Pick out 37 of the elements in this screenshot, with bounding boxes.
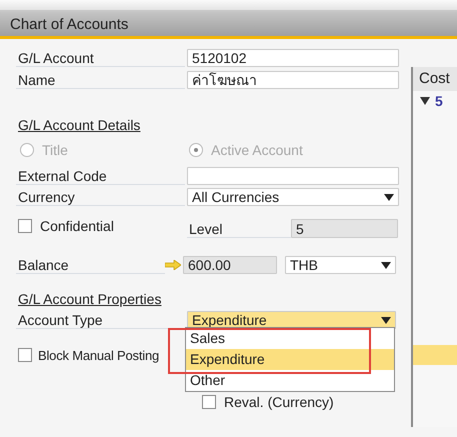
section-heading: G/L Account Details (17, 117, 140, 133)
collapse-icon[interactable] (420, 97, 430, 105)
input-field[interactable] (187, 167, 399, 185)
checkbox[interactable] (202, 395, 216, 409)
caret-icon (384, 194, 394, 200)
selected-row (413, 345, 457, 365)
arrow-icon[interactable] (165, 260, 181, 270)
input-field: 5 (291, 219, 398, 238)
input-field[interactable]: 5120102 (187, 49, 399, 67)
window-title: Chart of Accounts (10, 16, 128, 32)
checkbox[interactable] (18, 348, 32, 362)
dropdown-option[interactable]: Expenditure (186, 349, 394, 370)
checkbox-label: Block Manual Posting (38, 348, 160, 362)
field-label: Currency (16, 188, 185, 206)
radio-label: Title (42, 142, 68, 158)
dropdown-option[interactable]: Other (186, 370, 394, 391)
field-label: Account Type (16, 311, 185, 329)
caret-icon (381, 316, 391, 324)
checkbox-label: Reval. (Currency) (224, 394, 334, 410)
field-label: Name (16, 71, 185, 89)
column-header: Cost (413, 67, 457, 91)
section-heading: G/L Account Properties (17, 291, 162, 307)
dropdown-value: All Currencies (192, 189, 280, 205)
checkbox[interactable] (18, 219, 32, 233)
field-label: External Code (16, 167, 185, 185)
input-field[interactable]: ค่าโฆษณา (187, 71, 399, 89)
dropdown[interactable]: THB (285, 256, 396, 274)
checkbox-label: Confidential (40, 218, 114, 234)
radio-label: Active Account (211, 142, 303, 158)
dropdown[interactable]: All Currencies (187, 188, 399, 206)
field-label: G/L Account (16, 49, 185, 67)
tree-item[interactable]: 5 (435, 93, 443, 109)
input-field: 600.00 (183, 256, 277, 274)
dropdown-value: THB (290, 257, 318, 273)
field-label: Balance (16, 256, 165, 274)
dropdown-value: Expenditure (192, 312, 267, 328)
caret-icon (381, 262, 391, 268)
